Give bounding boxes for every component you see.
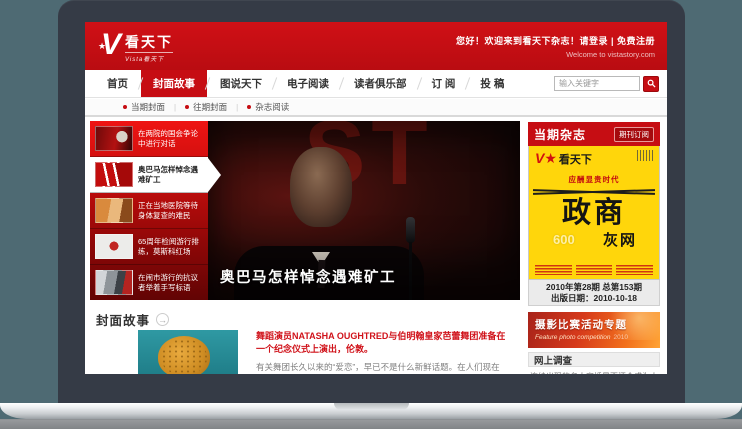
cover-story-section: 封面故事 → 舞蹈演员NATASHA OUGHTRED与伯明翰皇家芭蕾舞团准备在…	[90, 310, 520, 374]
story-thumbnail	[95, 162, 133, 187]
cover-story-text: 舞蹈演员NATASHA OUGHTRED与伯明翰皇家芭蕾舞团准备在一个纪念仪式上…	[256, 330, 508, 374]
story-title: 正在当地医院等待身体复查的难民	[138, 201, 203, 221]
hero-caption[interactable]: 奥巴马怎样悼念遇难矿工	[220, 266, 396, 287]
magazine-subtitle: 应酬显贵时代	[529, 174, 659, 185]
magazine-headline-sub: 灰网	[603, 229, 637, 250]
nav-item-contribute[interactable]: 投 稿	[468, 70, 516, 98]
nav-item-subscribe[interactable]: 订 阅	[420, 70, 468, 98]
magazine-number: 600	[553, 232, 575, 247]
logo-name: 看天下	[125, 35, 173, 49]
logo-star-icon: ★	[98, 30, 106, 62]
photo-competition-banner[interactable]: 摄影比赛活动专题 Feature photo competition2010	[528, 312, 660, 348]
cover-footnote-bars	[535, 265, 653, 275]
publish-date: 出版日期：2010-10-18	[529, 293, 659, 304]
hero-slider: 在两院的国会争论中进行对话 奥巴马怎样悼念遇难矿工 正在当地医院等待身体复查的难…	[90, 121, 520, 300]
banner-year: 2010	[614, 334, 628, 341]
nav-item-e-reading[interactable]: 电子阅读	[275, 70, 341, 98]
story-title: 在两院的国会争论中进行对话	[138, 129, 203, 149]
subnav-label: 当期封面	[131, 101, 165, 113]
subnav-separator: |	[174, 103, 176, 112]
magazine-headline-row: 600 灰网	[529, 229, 659, 249]
story-title: 65周年检阅游行排练，莫斯科红场	[138, 237, 203, 257]
nav-item-photo-world[interactable]: 图说天下	[208, 70, 274, 98]
sidebar: 当期杂志 期刊订阅 V★ 看天下 应酬显贵时代 政商 60	[528, 122, 660, 374]
laptop-base-notch	[334, 403, 409, 410]
cover-story-headline[interactable]: 舞蹈演员NATASHA OUGHTRED与伯明翰皇家芭蕾舞团准备在一个纪念仪式上…	[256, 330, 508, 356]
hero-photo[interactable]: ST 奥巴马怎样悼念遇难矿工	[208, 121, 520, 300]
search-input[interactable]	[554, 76, 640, 91]
survey-header: 网上调查	[528, 352, 660, 367]
search-icon	[647, 76, 656, 91]
story-thumbnail	[95, 234, 133, 259]
more-arrow-icon[interactable]: →	[156, 313, 169, 326]
nav-item-cover-story[interactable]: 封面故事	[141, 70, 207, 98]
cover-story-body: 舞蹈演员NATASHA OUGHTRED与伯明翰皇家芭蕾舞团准备在一个纪念仪式上…	[90, 330, 520, 374]
site-logo[interactable]: V ★ 看天下 Vista看天下	[101, 29, 173, 63]
banner-title: 摄影比赛活动专题	[535, 317, 653, 332]
sub-nav: 当期封面 | 往期封面 | 杂志阅读	[85, 99, 667, 117]
issue-number: 2010年第28期 总第153期	[529, 282, 659, 293]
issue-info: 2010年第28期 总第153期 出版日期：2010-10-18	[528, 280, 660, 306]
welcome-area: 您好！欢迎来到看天下杂志！请登录 | 免费注册 Welcome to vista…	[456, 34, 655, 59]
banner-subtitle-text: Feature photo competition	[535, 334, 611, 341]
magazine-masthead: V★ 看天下	[529, 146, 659, 167]
section-title: 封面故事	[96, 310, 150, 329]
cover-story-paragraph: 有关舞团长久以来的“爱恋”，早已不是什么新鲜话题。在人们现在的常识里，把《三国演…	[256, 361, 508, 374]
barcode-icon	[637, 150, 653, 161]
story-thumbnail	[95, 270, 133, 295]
laptop-bezel: V ★ 看天下 Vista看天下 您好！欢迎来到看天下杂志！请登录 | 免费注册…	[58, 0, 685, 403]
subnav-label: 杂志阅读	[255, 101, 289, 113]
subnav-label: 往期封面	[193, 101, 227, 113]
subnav-separator: |	[236, 103, 238, 112]
story-thumbnail	[95, 126, 133, 151]
hero-story-list: 在两院的国会争论中进行对话 奥巴马怎样悼念遇难矿工 正在当地医院等待身体复查的难…	[90, 121, 208, 300]
magazine-logo-name: 看天下	[559, 151, 592, 167]
subscribe-button[interactable]: 期刊订阅	[614, 127, 654, 142]
crochet-hat-shape	[158, 336, 210, 374]
nav-item-home[interactable]: 首页	[95, 70, 140, 98]
magazine-logo-v: V★	[535, 150, 557, 167]
search-button[interactable]	[643, 76, 659, 92]
main-nav: 首页 封面故事 图说天下 电子阅读 读者俱乐部 订 阅 投 稿	[85, 70, 667, 98]
cover-story-header: 封面故事 →	[90, 310, 520, 329]
microphone-icon	[406, 217, 415, 243]
banner-subtitle: Feature photo competition2010	[535, 334, 653, 341]
obama-silhouette-head	[290, 147, 352, 227]
magazine-cover[interactable]: V★ 看天下 应酬显贵时代 政商 600 灰网	[528, 146, 660, 280]
barbed-wire-graphic	[533, 188, 655, 196]
bullet-icon	[123, 105, 127, 109]
subnav-item-current-cover[interactable]: 当期封面	[123, 101, 165, 113]
nav-item-readers-club[interactable]: 读者俱乐部	[342, 70, 419, 98]
logo-text: 看天下 Vista看天下	[125, 29, 173, 63]
current-issue-title: 当期杂志	[534, 126, 586, 143]
bullet-icon	[185, 105, 189, 109]
bullet-icon	[247, 105, 251, 109]
survey-title: 网上调查	[534, 353, 572, 367]
story-title: 在闹市游行的抗议者举着手写标语	[138, 273, 203, 293]
logo-tagline: Vista看天下	[125, 52, 173, 63]
hero-story-item-active[interactable]: 奥巴马怎样悼念遇难矿工	[90, 157, 208, 193]
hero-story-item[interactable]: 正在当地医院等待身体复查的难民	[90, 193, 208, 229]
laptop-screen: V ★ 看天下 Vista看天下 您好！欢迎来到看天下杂志！请登录 | 免费注册…	[85, 22, 667, 374]
site-header: V ★ 看天下 Vista看天下 您好！欢迎来到看天下杂志！请登录 | 免费注册…	[85, 22, 667, 70]
hero-story-item[interactable]: 在两院的国会争论中进行对话	[90, 121, 208, 157]
welcome-text[interactable]: 您好！欢迎来到看天下杂志！请登录 | 免费注册	[456, 34, 655, 47]
story-thumbnail	[95, 198, 133, 223]
welcome-url: Welcome to vistastory.com	[456, 50, 655, 59]
desktop-background: V ★ 看天下 Vista看天下 您好！欢迎来到看天下杂志！请登录 | 免费注册…	[0, 0, 742, 429]
logo-v-mark: V ★	[101, 29, 121, 63]
magazine-logo: V★ 看天下	[535, 150, 592, 167]
subnav-item-magazine-reading[interactable]: 杂志阅读	[247, 101, 289, 113]
microphone-stand	[409, 242, 412, 300]
laptop-front-edge	[0, 419, 742, 429]
story-title: 奥巴马怎样悼念遇难矿工	[138, 165, 203, 185]
hero-story-item[interactable]: 65周年检阅游行排练，莫斯科红场	[90, 229, 208, 265]
magazine-headline: 政商	[529, 199, 659, 228]
current-issue-header: 当期杂志 期刊订阅	[528, 122, 660, 146]
search-area	[554, 76, 659, 92]
cover-story-image[interactable]	[138, 330, 238, 374]
hero-story-item[interactable]: 在闹市游行的抗议者举着手写标语	[90, 265, 208, 300]
subnav-item-past-covers[interactable]: 往期封面	[185, 101, 227, 113]
survey-question[interactable]: 连续出现的名人离婚是否还会成为人们关注的话题？	[528, 371, 660, 374]
